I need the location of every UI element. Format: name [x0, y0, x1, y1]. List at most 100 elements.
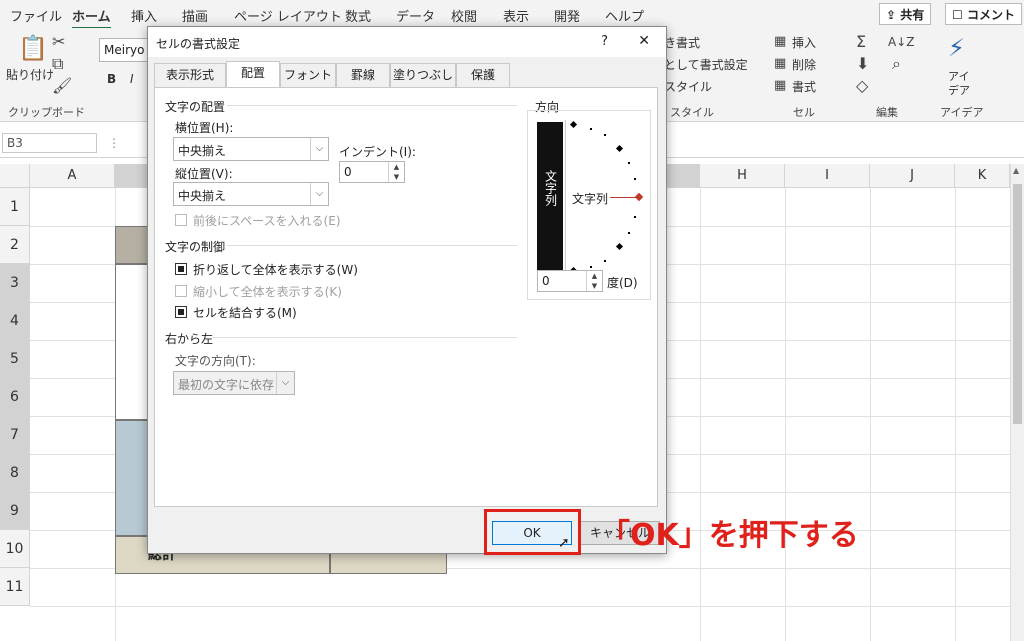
fill-icon[interactable]: ⬇ [856, 56, 869, 72]
name-box[interactable]: B3 [2, 133, 97, 153]
cell-styles-button[interactable]: スタイル [664, 78, 712, 95]
vertical-select[interactable]: 中央揃え ⌵ [173, 182, 329, 206]
format-as-table-button[interactable]: として書式設定 [664, 56, 748, 73]
dial-dot [634, 178, 636, 180]
paste-icon[interactable]: 📋 [18, 36, 48, 60]
column-header-h[interactable]: H [700, 164, 785, 188]
row-header-3[interactable]: 3 [0, 264, 30, 302]
dial-marker [615, 144, 624, 153]
ribbon-tab-bar: ファイル ホーム 挿入 描画 ページ レイアウト 数式 データ 校閲 表示 開発… [0, 0, 1024, 30]
column-header-i[interactable]: I [785, 164, 870, 188]
cut-icon[interactable]: ✂ [52, 34, 65, 50]
scroll-thumb[interactable] [1013, 184, 1022, 424]
share-button[interactable]: ⇪ 共有 [879, 3, 932, 25]
distributed-label: 前後にスペースを入れる(E) [193, 214, 341, 228]
sort-filter-icon[interactable]: A↓Z [888, 34, 914, 50]
gridline [870, 188, 871, 641]
format-painter-icon[interactable]: 🖌 [52, 78, 72, 94]
tab-insert[interactable]: 挿入 [131, 6, 157, 25]
dial-dot [634, 216, 636, 218]
tab-number[interactable]: 表示形式 [154, 63, 226, 87]
copy-icon[interactable]: ⧉ [52, 56, 63, 72]
ideas-button-line2[interactable]: デア [948, 82, 970, 98]
tab-file[interactable]: ファイル [10, 6, 62, 25]
autosum-icon[interactable]: Σ [856, 34, 866, 50]
row-header-1[interactable]: 1 [0, 188, 30, 226]
tab-protection[interactable]: 保護 [456, 63, 510, 87]
find-icon[interactable]: ⌕ [892, 56, 901, 72]
styles-group-label: スタイル [670, 106, 714, 119]
row-header-6[interactable]: 6 [0, 378, 30, 416]
orientation-handle[interactable] [634, 192, 644, 202]
divider [227, 105, 517, 106]
distributed-checkbox[interactable] [175, 214, 187, 226]
row-header-10[interactable]: 10 [0, 530, 30, 568]
conditional-format-button[interactable]: き書式 [664, 34, 700, 51]
clipboard-group-label: クリップボード [8, 106, 85, 119]
font-name-box[interactable]: Meiryo U [99, 38, 157, 62]
spinner-arrows-icon[interactable]: ▲ ▼ [586, 271, 602, 291]
direction-select[interactable]: 最初の文字に依存 ⌵ [173, 371, 295, 395]
paste-label[interactable]: 貼り付け [6, 66, 54, 83]
gridline [700, 188, 701, 641]
vertical-scrollbar[interactable]: ▲ [1010, 164, 1024, 641]
dial-marker [569, 120, 578, 129]
orientation-text: 文字列 [572, 192, 609, 206]
indent-label: インデント(I): [339, 145, 416, 159]
tab-home[interactable]: ホーム [72, 6, 111, 30]
wrap-checkbox[interactable] [175, 263, 187, 275]
divider [213, 337, 517, 338]
annotation-text: 「OK」を押下する [600, 518, 859, 553]
horizontal-select[interactable]: 中央揃え ⌵ [173, 137, 329, 161]
row-header-7[interactable]: 7 [0, 416, 30, 454]
dial-dot [604, 134, 606, 136]
tab-draw[interactable]: 描画 [182, 6, 208, 25]
column-header-j[interactable]: J [870, 164, 955, 188]
tab-view[interactable]: 表示 [503, 6, 529, 25]
dial-dot [628, 162, 630, 164]
comment-button[interactable]: ☐ コメント [945, 3, 1022, 25]
tab-help[interactable]: ヘルプ [605, 6, 644, 25]
tab-font[interactable]: フォント [280, 63, 336, 87]
orientation-dial[interactable]: 文字列 [565, 120, 644, 276]
row-header-8[interactable]: 8 [0, 454, 30, 492]
column-header-a[interactable]: A [30, 164, 115, 188]
bold-button[interactable]: B [107, 72, 116, 86]
tab-formulas[interactable]: 数式 [345, 6, 371, 25]
tab-fill[interactable]: 塗りつぶし [390, 63, 456, 87]
vertical-label: 縦位置(V): [175, 167, 233, 181]
row-header-11[interactable]: 11 [0, 568, 30, 606]
select-all-corner[interactable] [0, 164, 30, 188]
tab-page-layout[interactable]: ページ レイアウト [234, 6, 342, 25]
row-header-4[interactable]: 4 [0, 302, 30, 340]
delete-cells-button[interactable]: 削除 [792, 56, 816, 73]
column-header-k[interactable]: K [955, 164, 1010, 188]
dial-dot [590, 128, 592, 130]
divider [227, 245, 517, 246]
row-header-9[interactable]: 9 [0, 492, 30, 530]
scroll-up-icon[interactable]: ▲ [1013, 166, 1023, 178]
merge-checkbox[interactable] [175, 306, 187, 318]
italic-button[interactable]: I [130, 72, 134, 86]
row-header-2[interactable]: 2 [0, 226, 30, 264]
tab-developer[interactable]: 開発 [554, 6, 580, 25]
tab-alignment[interactable]: 配置 [226, 61, 280, 88]
tab-review[interactable]: 校閲 [451, 6, 477, 25]
vertical-text-button[interactable]: 文字列 [537, 122, 563, 272]
spinner-arrows-icon[interactable]: ▲ ▼ [388, 162, 404, 182]
gridline [955, 188, 956, 641]
indent-spinner[interactable]: 0 ▲ ▼ [339, 161, 405, 183]
ideas-icon[interactable]: ⚡ [948, 36, 965, 60]
ideas-group-label: アイデア [940, 106, 984, 119]
degrees-spinner[interactable]: 0 ▲ ▼ [537, 270, 603, 292]
shrink-checkbox[interactable] [175, 285, 187, 297]
row-header-5[interactable]: 5 [0, 340, 30, 378]
tab-border[interactable]: 罫線 [336, 63, 390, 87]
clear-icon[interactable]: ◇ [856, 78, 868, 94]
help-button[interactable]: ? [601, 34, 608, 49]
ok-highlight-box [484, 509, 581, 555]
close-icon[interactable]: ✕ [638, 33, 650, 49]
tab-data[interactable]: データ [396, 6, 435, 25]
format-cells-button[interactable]: 書式 [792, 78, 816, 95]
insert-cells-button[interactable]: 挿入 [792, 34, 816, 51]
